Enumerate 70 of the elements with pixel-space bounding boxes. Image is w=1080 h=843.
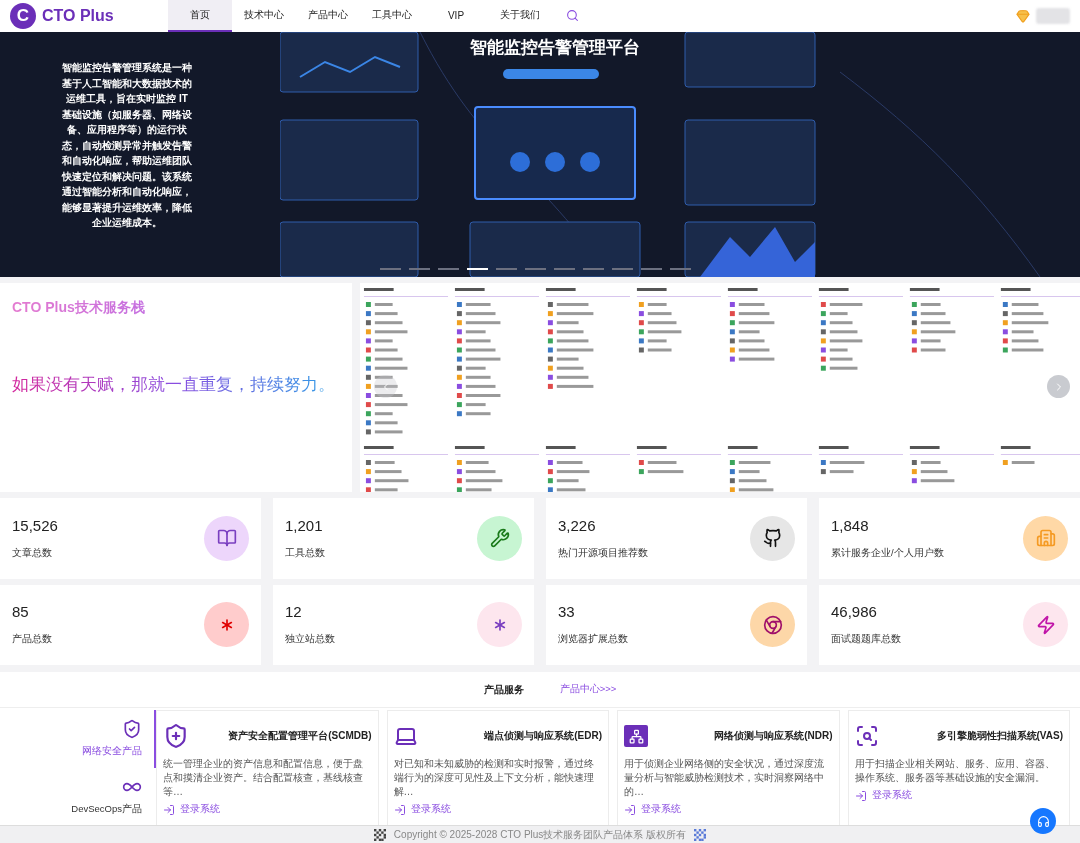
stat-value: 1,848 (831, 516, 870, 534)
logo-mark[interactable]: C (10, 3, 36, 29)
qr-code-icon (694, 828, 707, 841)
stat-value: 3,226 (558, 516, 597, 534)
wrench-icon (477, 515, 522, 561)
book-icon (204, 515, 249, 561)
nav-tab[interactable]: 技术中心 (232, 0, 296, 32)
login-icon (854, 789, 867, 802)
product-name: 多引擎脆弱性扫描系统(VAS) (936, 729, 1063, 743)
login-icon (163, 803, 175, 816)
qr-code-icon (373, 828, 386, 841)
chrome-icon (750, 602, 795, 648)
github-icon (750, 515, 795, 561)
product-name: 资产安全配置管理平台(SCMDB) (228, 729, 372, 743)
stat-label: 热门开源项目推荐数 (558, 546, 648, 560)
banner-description: 智能监控告警管理系统是一种基于人工智能和大数据技术的运维工具，旨在实时监控 IT 基础设施（如服务器、网络设备、应用程序等）的运行状态，自动检测异常并触发告警和自动化响应，帮助运维团队快速定位和解决问题。该系统通过智能分析和自动化响应，能够显著提升运维效率，降低企业运维成本。 (60, 61, 193, 230)
stat-label: 浏览器扩展总数 (558, 633, 628, 647)
banner-button[interactable] (503, 69, 599, 79)
category-label: 网络安全产品 (82, 745, 142, 759)
stat-label: 累计服务企业/个人用户数 (831, 546, 944, 560)
login-link[interactable]: 登录系统 (163, 803, 220, 816)
stat-label: 工具总数 (285, 546, 325, 560)
login-link[interactable]: 登录系统 (624, 803, 681, 816)
network-icon (624, 725, 648, 747)
next-button[interactable] (1047, 375, 1070, 398)
logo-name[interactable]: CTO Plus (42, 7, 114, 25)
previous-button[interactable] (374, 375, 397, 398)
gem-icon[interactable] (1016, 9, 1030, 23)
stat-value: 85 (12, 603, 30, 621)
more-link[interactable]: 产品中心>>> (559, 683, 617, 696)
product-name: 端点侦测与响应系统(EDR) (484, 729, 602, 743)
nav-tab[interactable]: 产品中心 (296, 0, 360, 32)
stat-label: 独立站总数 (285, 633, 335, 647)
nav-tab[interactable]: 关于我们 (488, 0, 552, 32)
product-name: 网络侦测与响应系统(NDR) (714, 729, 833, 743)
stat-value: 46,986 (831, 603, 878, 621)
monitor-search-icon (854, 724, 879, 748)
login-link[interactable]: 登录系统 (393, 803, 451, 816)
product-description: 用于侦测企业网络侧的安全状况，通过深度流量分析与智能威胁检测技术，实时洞察网络中的… (624, 757, 825, 799)
stat-value: 33 (558, 603, 576, 621)
bolt-icon (1023, 602, 1068, 648)
login-link[interactable]: 登录系统 (854, 789, 912, 802)
product-description: 统一管理企业的资产信息和配置信息，便于盘点和摸清企业资产。结合配置核查，基线核查等… (163, 757, 364, 799)
asterisk-icon (477, 602, 522, 648)
copyright-text: Copyright © 2025-2028 CTO Plus技术服务团队产品体系 版权所有 (393, 827, 687, 842)
building-icon (1023, 515, 1068, 561)
category-tab[interactable]: DevSecOps产品 (1, 767, 156, 825)
nav-tab[interactable]: VIP (424, 0, 488, 32)
user-avatar[interactable] (1036, 8, 1070, 24)
stat-label: 产品总数 (12, 633, 52, 647)
banner-title: 智能监控告警管理平台 (470, 37, 640, 59)
login-icon (624, 803, 636, 816)
nav-tab[interactable]: 首页 (168, 0, 232, 32)
section-heading: 产品服务 (483, 682, 524, 697)
category-label: DevSecOps产品 (71, 802, 142, 816)
section-title: CTO Plus技术服务栈 (12, 299, 145, 317)
shield-icon (122, 719, 142, 740)
shield-icon (163, 723, 189, 749)
product-description: 对已知和未知威胁的检测和实时报警，通过终端行为的深度可见性及上下文分析，能快速理解… (393, 757, 595, 799)
product-description: 用于扫描企业相关网站、服务、应用、容器、操作系统、服务器等基础设施的安全漏洞。 (854, 757, 1056, 785)
stat-value: 15,526 (12, 516, 58, 534)
category-tab[interactable]: 网络安全产品 (1, 710, 156, 768)
stat-value: 12 (285, 603, 303, 621)
stat-value: 1,201 (285, 516, 324, 534)
stat-label: 文章总数 (12, 546, 53, 560)
headset-icon (1036, 814, 1050, 828)
login-icon (393, 803, 406, 816)
nav-tab[interactable]: 工具中心 (360, 0, 424, 32)
stat-label: 面试题题库总数 (831, 633, 901, 647)
asterisk-icon (204, 602, 249, 648)
